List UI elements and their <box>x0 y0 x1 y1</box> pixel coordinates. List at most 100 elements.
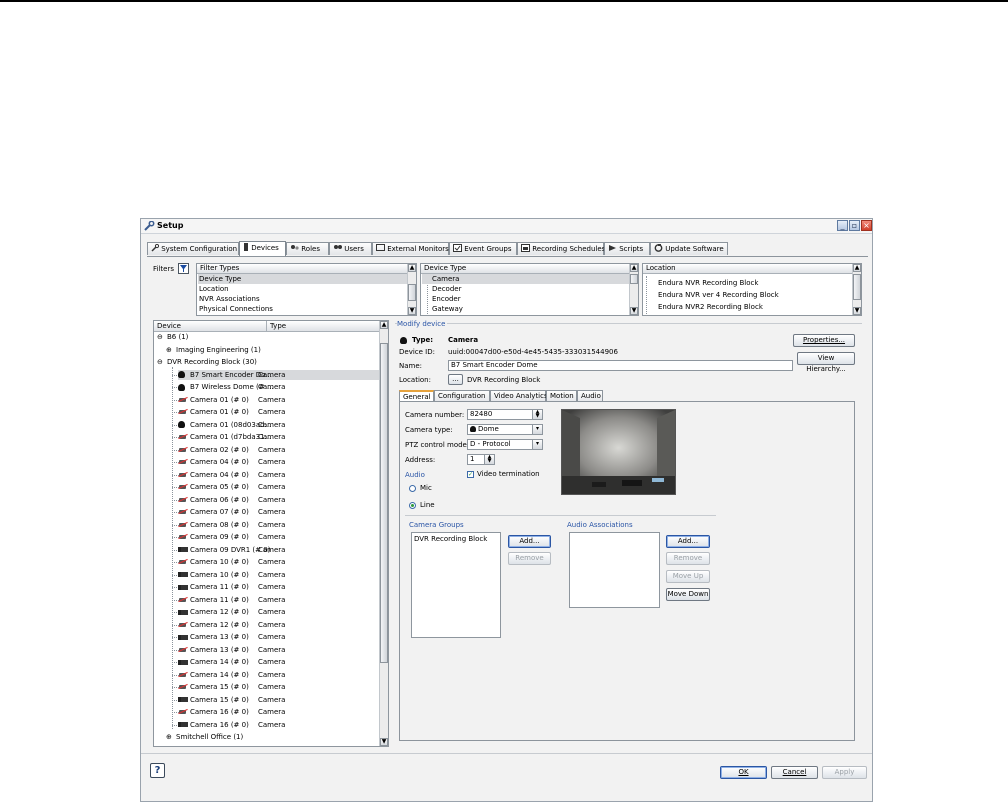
tab-users[interactable]: Users <box>329 242 372 255</box>
tab-configuration[interactable]: Configuration <box>434 390 490 401</box>
table-row[interactable]: Camera 09 (# 0) Camera <box>178 532 379 542</box>
scroll-down-icon[interactable]: ▼ <box>408 307 416 315</box>
view-hierarchy-button[interactable]: View Hierarchy... <box>797 352 855 373</box>
table-row[interactable]: Camera 10 (# 0) Camera <box>178 557 379 567</box>
table-row[interactable]: Camera 14 (# 0) Camera <box>178 670 379 680</box>
help-icon[interactable]: ? <box>150 763 165 778</box>
audio-line-radio[interactable] <box>409 501 416 509</box>
list-item[interactable]: Endura NVR ver 4 Recording Block <box>658 290 779 300</box>
table-row[interactable]: Camera 12 (# 0) Camera <box>178 607 379 617</box>
spinner-icon[interactable]: ▲ ▼ <box>532 410 542 419</box>
chevron-down-icon[interactable]: ▾ <box>532 425 542 434</box>
column-header-type[interactable]: Type <box>270 322 286 331</box>
tab-general[interactable]: General <box>399 390 434 401</box>
column-header-device[interactable]: Device <box>157 322 181 331</box>
tree-group[interactable]: ⊕ Smitchell Office (1) <box>154 732 379 742</box>
list-item[interactable]: Gateway <box>432 304 463 314</box>
scroll-up-icon[interactable]: ▲ <box>630 264 638 272</box>
video-termination-checkbox[interactable]: ✓ <box>467 470 474 478</box>
tree-group[interactable]: ⊕ Imaging Engineering (1) <box>154 345 379 355</box>
ok-button[interactable]: OK <box>720 766 767 779</box>
camera-groups-list[interactable]: DVR Recording Block <box>411 532 501 638</box>
camera-number-field[interactable]: 82480 ▲ ▼ <box>467 409 543 420</box>
list-item[interactable]: Physical Connections <box>199 304 273 314</box>
list-item[interactable]: DVR Recording Block <box>414 534 487 544</box>
scroll-thumb[interactable] <box>630 274 638 284</box>
table-row[interactable]: Camera 08 (# 0) Camera <box>178 520 379 530</box>
table-row[interactable]: Camera 07 (# 0) Camera <box>178 507 379 517</box>
location-scrollbar[interactable]: ▲ ▼ <box>852 264 861 315</box>
scroll-down-icon[interactable]: ▼ <box>853 307 861 315</box>
name-field[interactable]: B7 Smart Encoder Dome <box>448 360 793 371</box>
table-row[interactable]: Camera 11 (# 0) Camera <box>178 595 379 605</box>
list-item[interactable]: Location <box>199 284 229 294</box>
close-icon[interactable]: × <box>861 220 872 231</box>
tab-roles[interactable]: Roles <box>286 242 329 255</box>
scroll-thumb[interactable] <box>408 284 416 301</box>
table-row[interactable]: Camera 14 (# 0) Camera <box>178 657 379 667</box>
title-bar[interactable]: Setup _ ▫ × <box>141 219 872 234</box>
audio-move-up-button[interactable]: Move Up <box>666 570 710 583</box>
table-row[interactable]: Camera 16 (# 0) Camera <box>178 707 379 717</box>
table-row[interactable]: B7 Wireless Dome (# ... Camera <box>178 382 379 392</box>
table-row[interactable]: Camera 04 (# 0) Camera <box>178 457 379 467</box>
table-row[interactable]: Camera 16 (# 0) Camera <box>178 720 379 730</box>
scroll-up-icon[interactable]: ▲ <box>408 264 416 272</box>
chevron-down-icon[interactable]: ▾ <box>532 440 542 449</box>
scroll-thumb[interactable] <box>380 343 388 663</box>
tab-system-configuration[interactable]: System Configuration <box>147 242 239 255</box>
tab-external-monitors[interactable]: External Monitors <box>372 242 449 255</box>
table-row[interactable]: Camera 01 (d7bda31... Camera <box>178 432 379 442</box>
camera-groups-remove-button[interactable]: Remove <box>508 552 551 565</box>
table-row[interactable]: Camera 13 (# 0) Camera <box>178 632 379 642</box>
camera-type-select[interactable]: Dome ▾ <box>467 424 543 435</box>
table-row[interactable]: Camera 04 (# 0) Camera <box>178 470 379 480</box>
tree-group[interactable]: ⊖ DVR Recording Block (30) <box>154 357 379 367</box>
expand-icon[interactable]: ⊕ <box>166 346 172 353</box>
audio-add-button[interactable]: Add... <box>666 535 710 548</box>
table-row[interactable]: Camera 06 (# 0) Camera <box>178 495 379 505</box>
table-row[interactable]: B7 Smart Encoder Do... Camera <box>178 369 379 380</box>
collapse-icon[interactable]: ⊖ <box>157 359 163 366</box>
cancel-button[interactable]: Cancel <box>771 766 818 779</box>
scroll-down-icon[interactable]: ▼ <box>630 307 638 315</box>
table-row[interactable]: Camera 15 (# 0) Camera <box>178 695 379 705</box>
table-row[interactable]: Camera 10 (# 0) Camera <box>178 570 379 580</box>
table-row[interactable]: Camera 11 (# 0) Camera <box>178 582 379 592</box>
properties-button[interactable]: Properties... <box>793 334 855 347</box>
expand-icon[interactable]: ⊕ <box>166 734 172 741</box>
list-item[interactable]: Decoder <box>432 284 461 294</box>
audio-move-down-button[interactable]: Move Down <box>666 588 710 601</box>
table-row[interactable]: Camera 02 (# 0) Camera <box>178 445 379 455</box>
scroll-thumb[interactable] <box>853 274 861 300</box>
table-row[interactable]: Camera 01 (08d03ad... Camera <box>178 420 379 430</box>
tab-motion[interactable]: Motion <box>546 390 577 401</box>
audio-associations-list[interactable] <box>569 532 660 608</box>
device-type-scrollbar[interactable]: ▲ ▼ <box>629 264 638 315</box>
list-item[interactable]: NVR Associations <box>199 294 260 304</box>
list-item[interactable]: Encoder <box>432 294 461 304</box>
table-row[interactable]: Camera 01 (# 0) Camera <box>178 395 379 405</box>
scroll-up-icon[interactable]: ▲ <box>853 264 861 272</box>
list-item[interactable]: Device Type <box>198 274 408 284</box>
minimize-icon[interactable]: _ <box>837 220 848 231</box>
tab-recording-schedules[interactable]: Recording Schedules <box>517 242 605 255</box>
filter-funnel-icon[interactable] <box>178 263 189 274</box>
table-row[interactable]: Camera 01 (# 0) Camera <box>178 407 379 417</box>
tab-update-software[interactable]: Update Software <box>650 242 728 255</box>
apply-button[interactable]: Apply <box>822 766 867 779</box>
table-row[interactable]: Camera 09 DVR1 (# 0) Camera <box>178 545 379 555</box>
audio-remove-button[interactable]: Remove <box>666 552 710 565</box>
spinner-icon[interactable]: ▲ ▼ <box>484 455 494 464</box>
camera-groups-add-button[interactable]: Add... <box>508 535 551 548</box>
tab-video-analytics[interactable]: Video Analytics <box>490 390 548 401</box>
scroll-down-icon[interactable]: ▼ <box>380 738 388 746</box>
list-item[interactable]: Camera <box>422 274 629 284</box>
collapse-icon[interactable]: ⊖ <box>157 334 163 341</box>
tab-audio[interactable]: Audio <box>577 390 603 401</box>
table-row[interactable]: Camera 13 (# 0) Camera <box>178 645 379 655</box>
list-item[interactable]: Endura NVR2 Recording Block <box>658 302 763 312</box>
ptz-mode-select[interactable]: D - Protocol ▾ <box>467 439 543 450</box>
address-field[interactable]: 1 ▲ ▼ <box>467 454 495 465</box>
location-browse-button[interactable]: ... <box>448 374 463 385</box>
